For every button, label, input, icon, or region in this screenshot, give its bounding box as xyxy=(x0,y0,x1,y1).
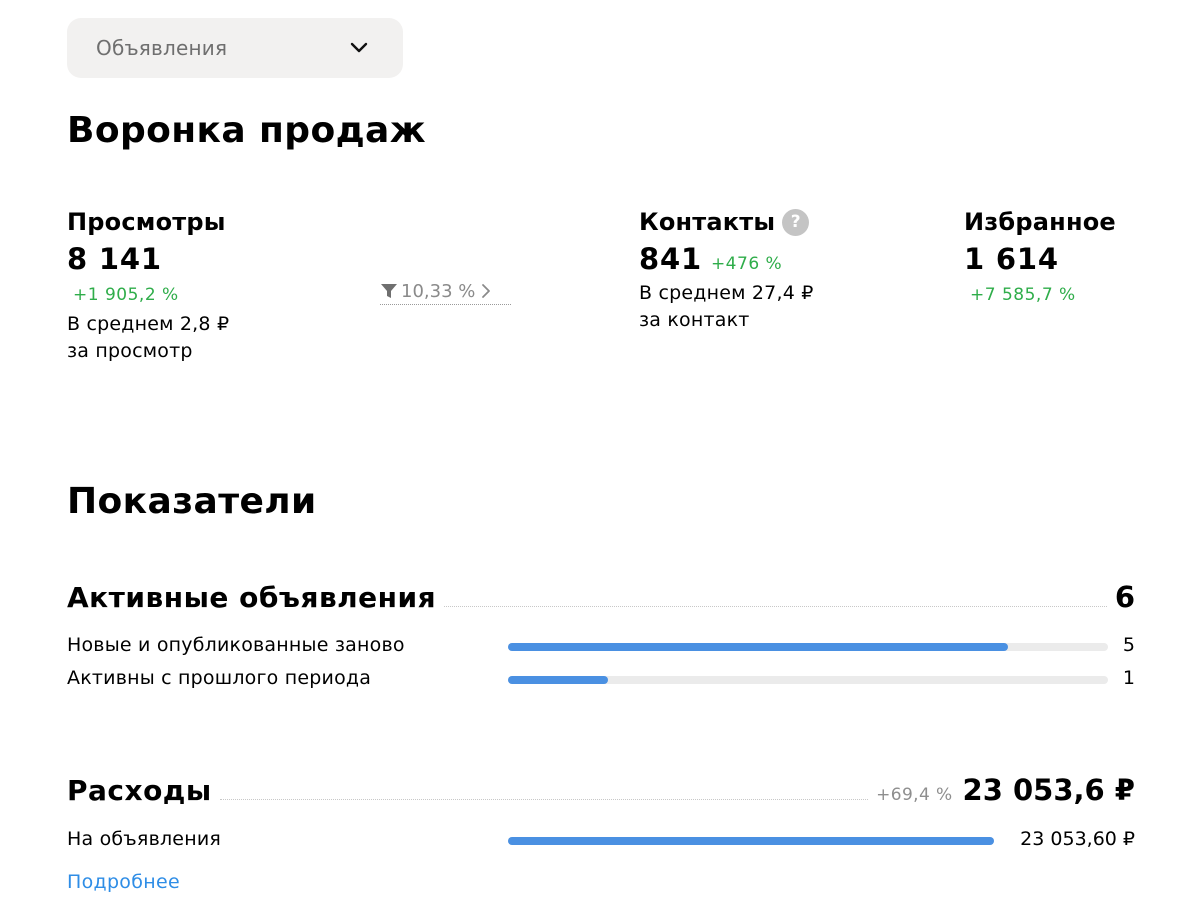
views-value: 8 141 xyxy=(67,242,162,276)
favorites-delta: +7 585,7 % xyxy=(970,285,1076,305)
contacts-delta: +476 % xyxy=(710,254,783,274)
expenses-total: 23 053,6 ₽ xyxy=(962,773,1135,807)
progress-fill xyxy=(508,676,609,684)
row-value: 5 xyxy=(1122,634,1135,656)
dropdown-value: Объявления xyxy=(96,36,228,60)
active-new-row: Новые и опубликованные заново 5 xyxy=(67,634,1135,658)
progress-track xyxy=(508,837,994,845)
question-icon[interactable]: ? xyxy=(782,208,810,236)
favorites-metric: Избранное 1 614 +7 585,7 % xyxy=(964,208,1116,305)
progress-fill xyxy=(508,837,994,845)
progress-fill xyxy=(508,643,1008,651)
funnel-icon xyxy=(380,283,398,299)
dotted-leader xyxy=(219,799,869,800)
favorites-value: 1 614 xyxy=(964,242,1059,276)
views-avg-line2: за просмотр xyxy=(67,340,193,362)
contacts-avg-line1: В среднем 27,4 ₽ xyxy=(639,282,814,304)
active-previous-row: Активны с прошлого периода 1 xyxy=(67,667,1135,691)
row-value: 1 xyxy=(1122,667,1135,689)
contacts-value: 841 xyxy=(639,242,702,276)
contacts-metric: Контакты ? 841 +476 % В среднем 27,4 ₽ з… xyxy=(639,208,814,334)
more-link[interactable]: Подробнее xyxy=(67,871,180,893)
expenses-ads-row: На объявления 23 053,60 ₽ xyxy=(67,828,1135,852)
progress-track xyxy=(508,676,1108,684)
views-delta: +1 905,2 % xyxy=(73,285,179,305)
contacts-avg-line2: за контакт xyxy=(639,309,750,331)
row-value: 23 053,60 ₽ xyxy=(1020,828,1135,850)
expenses-row: Расходы +69,4 % 23 053,6 ₽ xyxy=(67,773,1135,807)
conversion-link[interactable]: 10,33 % xyxy=(380,278,511,305)
chevron-down-icon xyxy=(349,38,369,58)
dotted-leader xyxy=(444,606,1107,607)
indicators-title: Показатели xyxy=(67,481,317,522)
active-listings-total: 6 xyxy=(1114,580,1135,614)
active-listings-title: Активные объявления xyxy=(67,581,437,614)
row-label: Новые и опубликованные заново xyxy=(67,634,405,656)
views-avg-line1: В среднем 2,8 ₽ xyxy=(67,313,230,335)
views-metric: Просмотры 8 141 +1 905,2 % В среднем 2,8… xyxy=(67,208,229,365)
row-label: На объявления xyxy=(67,828,221,850)
favorites-label: Избранное xyxy=(964,208,1116,236)
funnel-title: Воронка продаж xyxy=(67,110,426,151)
row-label: Активны с прошлого периода xyxy=(67,667,372,689)
expenses-title: Расходы xyxy=(67,774,212,807)
progress-track xyxy=(508,643,1108,651)
active-listings-row: Активные объявления 6 xyxy=(67,580,1135,614)
conversion-value: 10,33 % xyxy=(401,280,476,302)
views-label: Просмотры xyxy=(67,208,226,236)
category-dropdown[interactable]: Объявления xyxy=(67,18,403,78)
expenses-delta: +69,4 % xyxy=(876,785,953,805)
contacts-label: Контакты xyxy=(639,208,776,236)
chevron-right-icon xyxy=(481,283,491,299)
